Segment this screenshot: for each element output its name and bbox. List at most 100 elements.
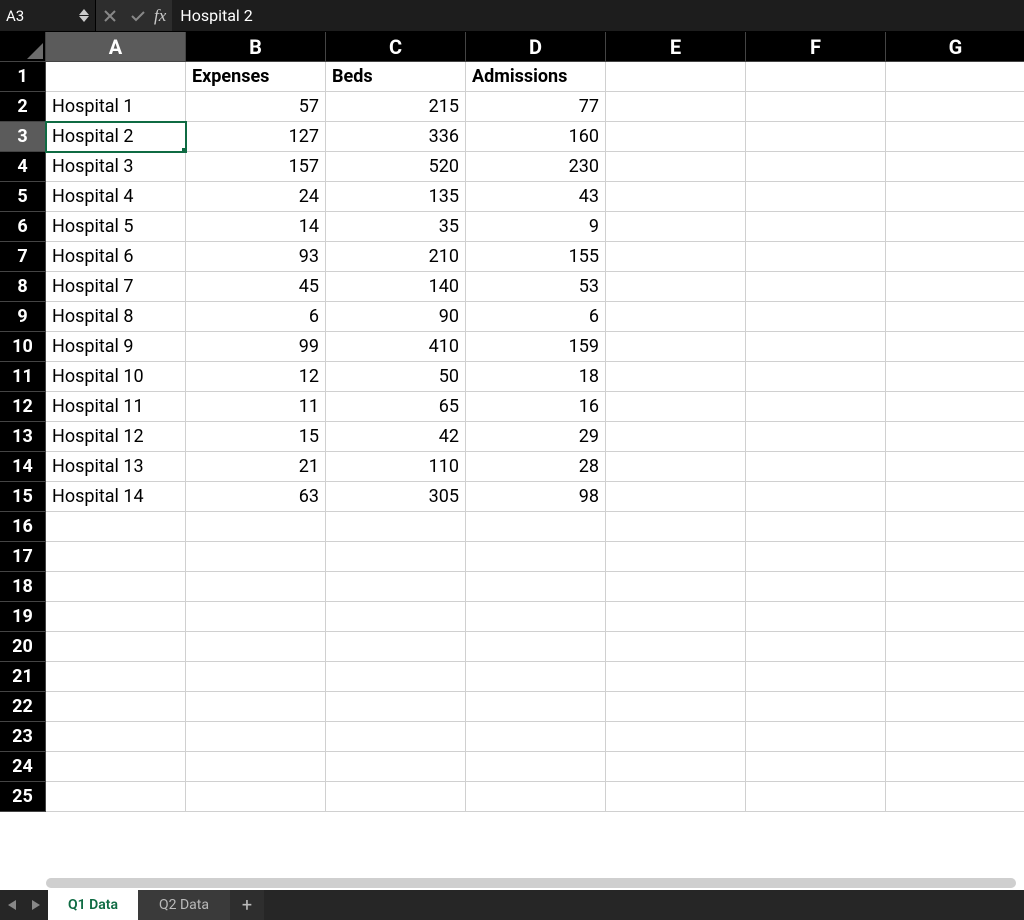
cell-C7[interactable]: 210 [326,242,466,272]
row-header-19[interactable]: 19 [0,602,46,632]
cell-B25[interactable] [186,782,326,812]
column-header-F[interactable]: F [746,32,886,62]
cell-C2[interactable]: 215 [326,92,466,122]
cell-A4[interactable]: Hospital 3 [46,152,186,182]
cell-G3[interactable] [886,122,1024,152]
row-header-23[interactable]: 23 [0,722,46,752]
cell-B14[interactable]: 21 [186,452,326,482]
row-header-18[interactable]: 18 [0,572,46,602]
cell-D19[interactable] [466,602,606,632]
cell-C25[interactable] [326,782,466,812]
row-header-13[interactable]: 13 [0,422,46,452]
cell-A22[interactable] [46,692,186,722]
cell-F5[interactable] [746,182,886,212]
cell-G14[interactable] [886,452,1024,482]
cell-C11[interactable]: 50 [326,362,466,392]
cell-B16[interactable] [186,512,326,542]
cell-D20[interactable] [466,632,606,662]
cell-A16[interactable] [46,512,186,542]
cell-D6[interactable]: 9 [466,212,606,242]
cell-E18[interactable] [606,572,746,602]
cell-G6[interactable] [886,212,1024,242]
cell-F8[interactable] [746,272,886,302]
cell-C13[interactable]: 42 [326,422,466,452]
cell-C1[interactable]: Beds [326,62,466,92]
cell-B10[interactable]: 99 [186,332,326,362]
cell-E25[interactable] [606,782,746,812]
cell-A18[interactable] [46,572,186,602]
cell-F17[interactable] [746,542,886,572]
cell-C20[interactable] [326,632,466,662]
cell-C10[interactable]: 410 [326,332,466,362]
row-header-7[interactable]: 7 [0,242,46,272]
cell-A23[interactable] [46,722,186,752]
cell-E3[interactable] [606,122,746,152]
cell-A19[interactable] [46,602,186,632]
cell-G7[interactable] [886,242,1024,272]
horizontal-scrollbar[interactable] [46,878,1016,888]
name-box[interactable]: A3 [0,0,96,31]
row-header-21[interactable]: 21 [0,662,46,692]
cell-E7[interactable] [606,242,746,272]
cell-D17[interactable] [466,542,606,572]
cell-C6[interactable]: 35 [326,212,466,242]
cell-B24[interactable] [186,752,326,782]
row-header-25[interactable]: 25 [0,782,46,812]
cell-G15[interactable] [886,482,1024,512]
cell-F21[interactable] [746,662,886,692]
cell-F20[interactable] [746,632,886,662]
cell-B9[interactable]: 6 [186,302,326,332]
cell-D8[interactable]: 53 [466,272,606,302]
cell-E2[interactable] [606,92,746,122]
cell-E11[interactable] [606,362,746,392]
cell-C8[interactable]: 140 [326,272,466,302]
cell-B20[interactable] [186,632,326,662]
sheet-tab-q2-data[interactable]: Q2 Data [139,890,230,920]
cell-E14[interactable] [606,452,746,482]
cell-A2[interactable]: Hospital 1 [46,92,186,122]
cell-A15[interactable]: Hospital 14 [46,482,186,512]
cell-D16[interactable] [466,512,606,542]
column-header-D[interactable]: D [466,32,606,62]
cell-G1[interactable] [886,62,1024,92]
cell-D10[interactable]: 159 [466,332,606,362]
sheet-tab-q1-data[interactable]: Q1 Data [48,890,139,920]
cell-B3[interactable]: 127 [186,122,326,152]
row-header-9[interactable]: 9 [0,302,46,332]
cell-E21[interactable] [606,662,746,692]
cell-D3[interactable]: 160 [466,122,606,152]
cell-E19[interactable] [606,602,746,632]
cell-G11[interactable] [886,362,1024,392]
cell-C14[interactable]: 110 [326,452,466,482]
cell-G4[interactable] [886,152,1024,182]
cell-F22[interactable] [746,692,886,722]
cell-A14[interactable]: Hospital 13 [46,452,186,482]
cell-A24[interactable] [46,752,186,782]
cell-F24[interactable] [746,752,886,782]
cell-C5[interactable]: 135 [326,182,466,212]
cell-G23[interactable] [886,722,1024,752]
cell-F11[interactable] [746,362,886,392]
cell-F7[interactable] [746,242,886,272]
cell-A20[interactable] [46,632,186,662]
cell-A9[interactable]: Hospital 8 [46,302,186,332]
row-header-16[interactable]: 16 [0,512,46,542]
column-header-A[interactable]: A [46,32,186,62]
cell-B7[interactable]: 93 [186,242,326,272]
cell-B13[interactable]: 15 [186,422,326,452]
cell-E8[interactable] [606,272,746,302]
cell-C16[interactable] [326,512,466,542]
cell-A12[interactable]: Hospital 11 [46,392,186,422]
cell-F2[interactable] [746,92,886,122]
cell-A5[interactable]: Hospital 4 [46,182,186,212]
cell-B4[interactable]: 157 [186,152,326,182]
cell-D7[interactable]: 155 [466,242,606,272]
cell-A25[interactable] [46,782,186,812]
formula-input[interactable]: Hospital 2 [172,0,1024,31]
cell-B18[interactable] [186,572,326,602]
cell-D22[interactable] [466,692,606,722]
row-header-4[interactable]: 4 [0,152,46,182]
cell-F14[interactable] [746,452,886,482]
cell-B21[interactable] [186,662,326,692]
cell-C22[interactable] [326,692,466,722]
